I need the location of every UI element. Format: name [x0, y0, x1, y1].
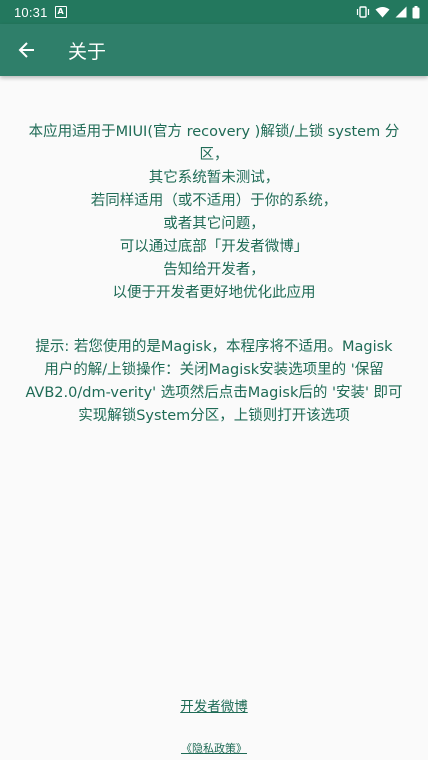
status-bar: 10:31 A [0, 0, 428, 24]
back-button[interactable] [14, 37, 40, 63]
wifi-icon [375, 7, 390, 18]
description-line: 或者其它问题， [163, 216, 265, 232]
app-notification-icon: A [54, 6, 67, 18]
tip-line: AVB2.0/dm-verity' 选项然后点击Magisk后的 '安装' 即可 [25, 385, 403, 401]
tip-line: 实现解锁System分区，上锁则打开该选项 [78, 408, 350, 424]
privacy-policy-link[interactable]: 《隐私政策》 [0, 740, 428, 756]
description-line: 区， [199, 147, 229, 163]
app-description: 本应用适用于MIUI(官方 recovery )解锁/上锁 system 分 区… [24, 121, 404, 305]
description-line: 可以通过底部「开发者微博」 [119, 239, 309, 255]
description-line: 本应用适用于MIUI(官方 recovery )解锁/上锁 system 分 [28, 124, 400, 140]
description-line: 以便于开发者更好地优化此应用 [112, 285, 316, 301]
status-time: 10:31 [14, 4, 48, 20]
description-line: 若同样适用（或不适用）于你的系统， [90, 193, 338, 209]
page-title: 关于 [68, 40, 107, 63]
description-line: 告知给开发者， [163, 262, 265, 278]
signal-icon [395, 6, 407, 18]
battery-icon [412, 5, 420, 18]
vibrate-icon [356, 6, 370, 18]
tip-line: 用户的解/上锁操作：关闭Magisk安装选项里的 '保留 [44, 362, 384, 378]
tip-line: 提示: 若您使用的是Magisk，本程序将不适用。Magisk [35, 339, 393, 355]
app-toolbar: 关于 [0, 24, 428, 76]
description-line: 其它系统暂未测试， [148, 170, 280, 186]
developer-weibo-link[interactable]: 开发者微博 [0, 695, 428, 715]
magisk-tip: 提示: 若您使用的是Magisk，本程序将不适用。Magisk 用户的解/上锁操… [24, 336, 404, 428]
status-icons [356, 5, 420, 19]
arrow-back-icon [18, 42, 34, 58]
